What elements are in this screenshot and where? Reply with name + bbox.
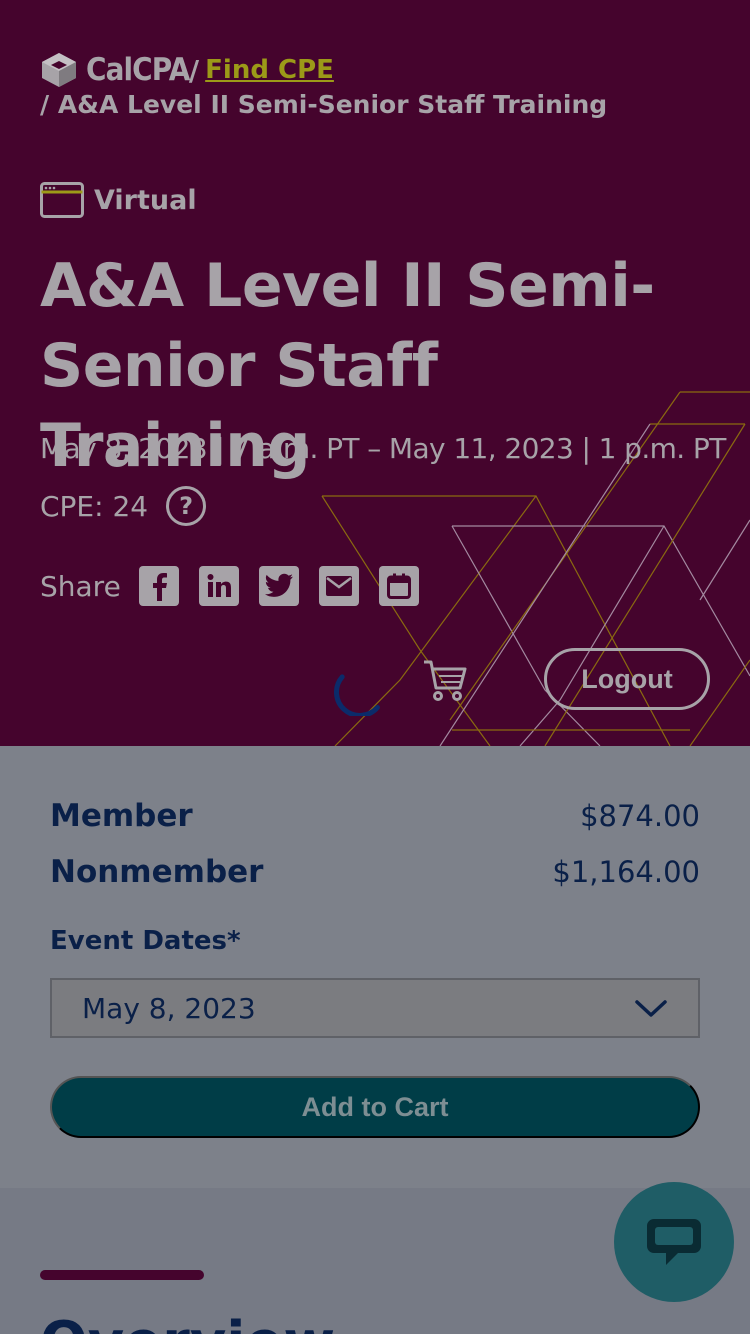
breadcrumb: CalCPA / Find CPE xyxy=(40,50,334,90)
event-dates-label: Event Dates* xyxy=(50,926,241,956)
add-to-cart-button[interactable]: Add to Cart xyxy=(50,1076,700,1138)
breadcrumb-separator: / xyxy=(188,53,200,87)
loading-spinner-icon xyxy=(334,674,380,716)
member-price: $874.00 xyxy=(580,799,700,833)
share-label: Share xyxy=(40,569,121,603)
logout-button[interactable]: Logout xyxy=(544,648,710,710)
calendar-icon[interactable] xyxy=(378,566,419,606)
breadcrumb-current-page: / A&A Level II Semi-Senior Staff Trainin… xyxy=(40,90,608,119)
calcpa-logo-text[interactable]: CalCPA xyxy=(86,52,190,88)
browser-window-icon xyxy=(40,182,84,218)
calcpa-logo-icon xyxy=(42,53,76,87)
overview-heading: Overview xyxy=(40,1310,335,1334)
share-bar: Share xyxy=(40,566,439,606)
member-price-row: Member $874.00 xyxy=(50,798,700,834)
nonmember-label: Nonmember xyxy=(50,854,264,890)
help-icon[interactable]: ? xyxy=(166,486,207,526)
cpe-credits-label: CPE: 24 xyxy=(40,489,149,523)
twitter-icon[interactable] xyxy=(258,566,299,606)
event-hero: CalCPA / Find CPE / A&A Level II Semi-Se… xyxy=(0,0,750,746)
member-label: Member xyxy=(50,798,193,834)
pricing-panel: Member $874.00 Nonmember $1,164.00 Event… xyxy=(0,746,750,1188)
shopping-cart-icon[interactable] xyxy=(422,658,468,704)
section-accent-bar xyxy=(40,1270,204,1280)
nonmember-price: $1,164.00 xyxy=(552,855,700,889)
chat-button[interactable] xyxy=(614,1182,734,1302)
chat-bubble-icon xyxy=(647,1219,701,1265)
event-dates-select[interactable]: May 8, 2023 xyxy=(50,978,700,1038)
event-format-label: Virtual xyxy=(94,184,197,216)
email-icon[interactable] xyxy=(318,566,359,606)
event-format: Virtual xyxy=(40,182,197,218)
linkedin-icon[interactable] xyxy=(198,566,239,606)
breadcrumb-find-cpe-link[interactable]: Find CPE xyxy=(205,55,334,85)
cpe-credits: CPE: 24 ? xyxy=(40,486,207,526)
chevron-down-icon xyxy=(635,1000,667,1017)
event-dates-selected-value: May 8, 2023 xyxy=(82,991,256,1025)
nonmember-price-row: Nonmember $1,164.00 xyxy=(50,854,700,890)
event-date-range: May 8, 2023 | 7 a.m. PT – May 11, 2023 |… xyxy=(40,432,726,465)
facebook-icon[interactable] xyxy=(138,566,179,606)
